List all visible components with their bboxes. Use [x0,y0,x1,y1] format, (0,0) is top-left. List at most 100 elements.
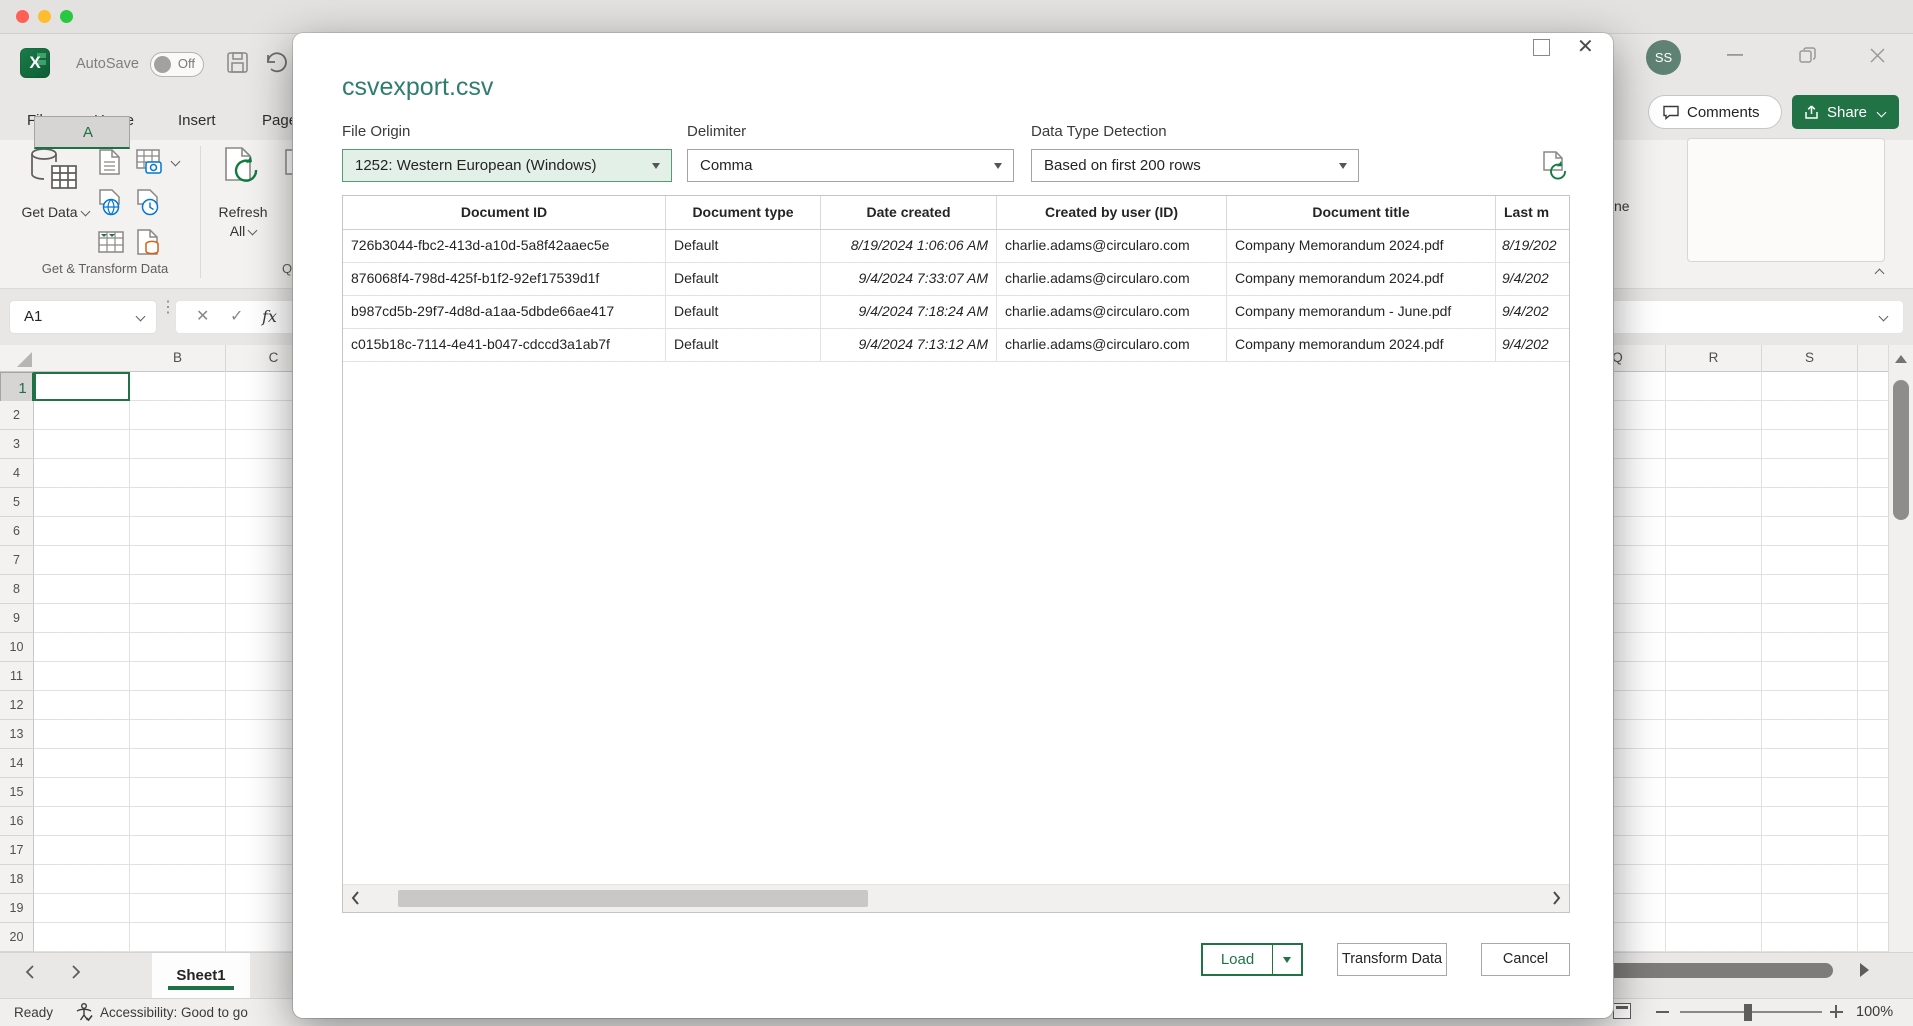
row-header-9[interactable]: 9 [0,604,34,633]
column-header-A[interactable]: A [34,116,130,149]
undo-icon[interactable] [264,51,288,75]
table-row: b987cd5b-29f7-4d8d-a1aa-5dbde66ae417Defa… [343,296,1569,329]
from-web-icon[interactable] [98,188,124,216]
row-header-7[interactable]: 7 [0,546,34,575]
scroll-right-icon[interactable] [1551,889,1563,907]
row-header-8[interactable]: 8 [0,575,34,604]
accessibility-status[interactable]: Accessibility: Good to go [100,1005,248,1020]
scroll-up-icon[interactable] [1895,355,1907,363]
insert-function-icon[interactable]: fx [262,301,277,333]
refresh-preview-icon[interactable] [1541,150,1569,180]
tab-page[interactable]: Page [262,104,297,138]
preview-scroll-thumb[interactable] [398,890,868,907]
table-cell: Company Memorandum 2024.pdf [1227,230,1496,262]
sheet-tab-label: Sheet1 [176,967,225,984]
sheet-prev-icon[interactable] [24,964,36,980]
vertical-scrollbar[interactable] [1888,345,1913,952]
table-cell: b987cd5b-29f7-4d8d-a1aa-5dbde66ae417 [343,296,666,328]
row-header-17[interactable]: 17 [0,836,34,865]
row-header-10[interactable]: 10 [0,633,34,662]
autosave-toggle[interactable]: Off [150,52,204,77]
existing-connections-icon[interactable] [136,228,162,256]
zoom-level[interactable]: 100% [1856,1004,1893,1020]
row-header-16[interactable]: 16 [0,807,34,836]
column-header-R[interactable]: R [1666,345,1762,372]
get-data-button[interactable]: Get Data [20,203,90,222]
row-header-19[interactable]: 19 [0,894,34,923]
cancel-button[interactable]: Cancel [1481,943,1570,976]
window-minimize-button[interactable] [1726,53,1744,57]
load-button[interactable]: Load [1201,943,1303,976]
load-split-arrow[interactable] [1273,945,1301,974]
row-header-20[interactable]: 20 [0,923,34,952]
refresh-all-button[interactable]: Refresh All [210,203,276,241]
name-box[interactable]: A1 [10,301,156,333]
table-cell: 9/4/2024 7:18:24 AM [821,296,997,328]
sheet-next-icon[interactable] [70,964,82,980]
select-all-corner[interactable] [17,352,32,367]
account-avatar[interactable]: SS [1646,40,1681,75]
name-box-chevron-icon [136,312,146,322]
scroll-left-icon[interactable] [349,889,361,907]
data-type-detection-select[interactable]: Based on first 200 rows [1031,149,1359,182]
mac-close-button[interactable] [16,10,29,23]
zoom-slider-thumb[interactable] [1744,1004,1752,1021]
dialog-close-icon[interactable]: ✕ [1577,35,1594,59]
table-cell: c015b18c-7114-4e41-b047-cdccd3a1ab7f [343,329,666,361]
row-header-18[interactable]: 18 [0,865,34,894]
sheet-tab-sheet1[interactable]: Sheet1 [152,953,250,998]
column-header-B[interactable]: B [130,345,226,372]
from-picture-icon[interactable] [136,148,162,176]
cancel-entry-icon[interactable]: ✕ [196,301,209,333]
excel-window: X AutoSave Off SS Comments [0,0,1913,1026]
row-header-5[interactable]: 5 [0,488,34,517]
zoom-out-button[interactable] [1656,1011,1669,1013]
vertical-scroll-thumb[interactable] [1893,380,1909,520]
active-cell-A1[interactable] [34,372,130,401]
page-layout-view-icon[interactable] [1613,1003,1631,1019]
file-origin-label: File Origin [342,123,410,140]
preview-scrollbar[interactable] [343,884,1569,912]
row-header-13[interactable]: 13 [0,720,34,749]
window-close-button[interactable] [1868,46,1887,65]
preview-column-header: Document title [1227,196,1496,229]
table-cell: charlie.adams@circularo.com [997,230,1227,262]
file-origin-select[interactable]: 1252: Western European (Windows) [342,149,672,182]
column-header-S[interactable]: S [1762,345,1858,372]
drag-dots-icon[interactable]: ⋮ [160,303,176,312]
dialog-maximize-icon[interactable] [1533,39,1550,56]
comments-button[interactable]: Comments [1648,95,1782,129]
window-restore-button[interactable] [1798,46,1817,65]
row-header-11[interactable]: 11 [0,662,34,691]
ribbon-gallery [1687,138,1885,262]
ready-status: Ready [14,1005,53,1020]
mac-zoom-button[interactable] [60,10,73,23]
row-header-12[interactable]: 12 [0,691,34,720]
row-header-14[interactable]: 14 [0,749,34,778]
row-header-2[interactable]: 2 [0,401,34,430]
table-cell: 9/4/202 [1496,329,1571,361]
row-header-3[interactable]: 3 [0,430,34,459]
row-header-15[interactable]: 15 [0,778,34,807]
scroll-right-icon[interactable] [1860,963,1869,977]
from-text-csv-icon[interactable] [98,148,122,176]
enter-entry-icon[interactable]: ✓ [230,301,243,333]
formula-bar-expand-icon[interactable] [1879,312,1889,322]
autosave-label: AutoSave [76,56,139,72]
table-cell: charlie.adams@circularo.com [997,296,1227,328]
delimiter-select[interactable]: Comma [687,149,1014,182]
row-header-6[interactable]: 6 [0,517,34,546]
row-header-4[interactable]: 4 [0,459,34,488]
excel-app-icon: X [20,48,50,78]
recent-sources-icon[interactable] [136,188,162,216]
tab-insert[interactable]: Insert [178,104,216,138]
load-button-label[interactable]: Load [1203,945,1273,974]
share-button[interactable]: Share [1792,95,1899,129]
active-sheet-underline [168,986,234,990]
mac-titlebar [0,0,1913,34]
from-table-range-icon[interactable] [98,228,124,254]
mac-minimize-button[interactable] [38,10,51,23]
transform-data-button[interactable]: Transform Data [1337,943,1447,976]
save-icon[interactable] [226,51,249,74]
delimiter-value: Comma [700,157,753,174]
